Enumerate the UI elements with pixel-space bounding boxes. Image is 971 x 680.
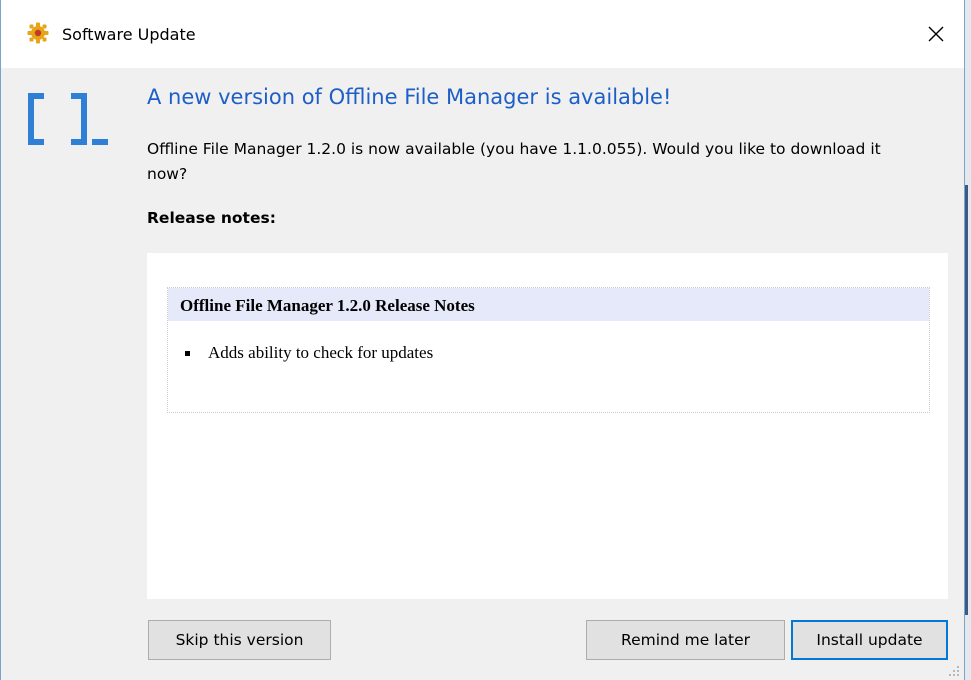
skip-version-button[interactable]: Skip this version [148, 620, 331, 660]
remind-later-button[interactable]: Remind me later [586, 620, 785, 660]
close-icon [928, 26, 944, 42]
update-description: Offline File Manager 1.2.0 is now availa… [147, 140, 881, 183]
software-update-dialog: Software Update A new version of Offline… [0, 0, 965, 680]
gear-icon [27, 22, 49, 44]
background-window-edge [965, 0, 971, 680]
background-window-accent [965, 185, 968, 615]
close-button[interactable] [913, 14, 959, 54]
window-title: Software Update [62, 25, 196, 44]
update-headline: A new version of Offline File Manager is… [147, 85, 672, 109]
resize-grip-icon[interactable] [945, 662, 961, 678]
release-notes-label: Release notes: [147, 209, 276, 227]
release-note-item: Adds ability to check for updates [182, 343, 929, 363]
bullet-icon [185, 351, 190, 356]
release-note-text: Adds ability to check for updates [208, 343, 434, 362]
release-notes-document: Offline File Manager 1.2.0 Release Notes… [167, 287, 930, 413]
release-notes-panel[interactable]: Offline File Manager 1.2.0 Release Notes… [147, 253, 948, 599]
release-notes-list: Adds ability to check for updates [168, 343, 929, 363]
install-update-button[interactable]: Install update [791, 620, 948, 660]
release-notes-title: Offline File Manager 1.2.0 Release Notes [168, 288, 929, 321]
bracket-logo-icon [28, 93, 108, 145]
title-bar[interactable]: Software Update [1, 0, 964, 68]
